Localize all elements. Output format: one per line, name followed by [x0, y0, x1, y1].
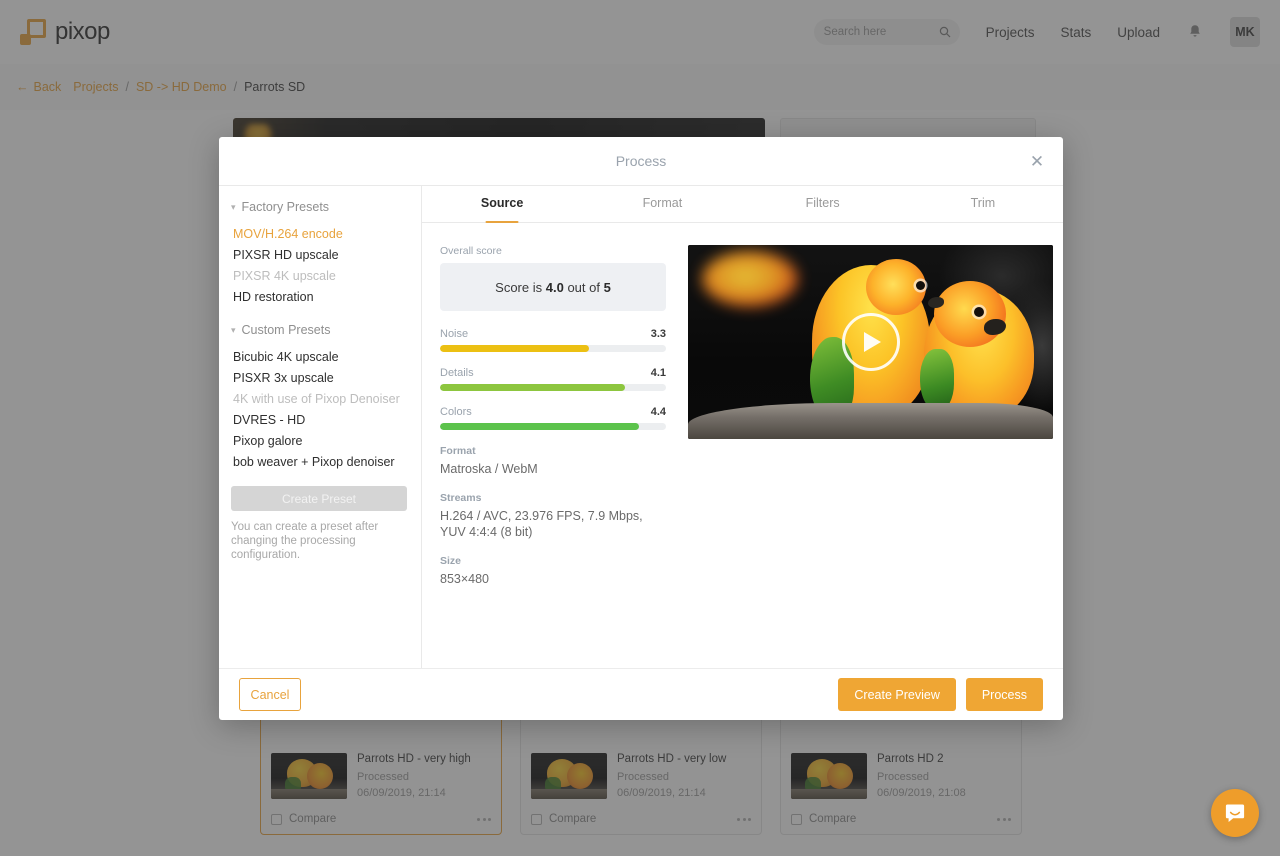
streams-value: H.264 / AVC, 23.976 FPS, 7.9 Mbps, YUV 4… [440, 508, 666, 540]
factory-presets-label: Factory Presets [242, 200, 330, 214]
preset-sidebar: ▾ Factory Presets MOV/H.264 encode PIXSR… [219, 185, 422, 668]
size-label: Size [440, 555, 666, 567]
metric-details-label: Details [440, 367, 474, 379]
preset-item-pisxr-3x-upscale[interactable]: PISXR 3x upscale [231, 368, 405, 389]
chat-bubble-icon[interactable] [1211, 789, 1259, 837]
metric-noise-label: Noise [440, 328, 468, 340]
chevron-down-icon: ▾ [231, 325, 236, 336]
video-preview-column [688, 245, 1053, 668]
create-preview-button[interactable]: Create Preview [838, 678, 955, 711]
metric-noise-value: 3.3 [651, 328, 666, 340]
cancel-button[interactable]: Cancel [239, 678, 301, 711]
streams-info: Streams H.264 / AVC, 23.976 FPS, 7.9 Mbp… [440, 492, 666, 540]
metric-colors-label: Colors [440, 406, 472, 418]
overall-score-label: Overall score [440, 245, 666, 257]
chevron-down-icon: ▾ [231, 202, 236, 213]
metric-noise: Noise 3.3 [440, 328, 666, 352]
score-value: 4.0 [546, 280, 564, 295]
create-preset-button: Create Preset [231, 486, 407, 511]
screen: pixop Search here Projects Stats Upload [0, 0, 1280, 856]
format-info: Format Matroska / WebM [440, 445, 666, 477]
metric-colors-bar [440, 423, 666, 430]
preset-item-pixsr-hd-upscale[interactable]: PIXSR HD upscale [231, 245, 405, 266]
metric-details-bar [440, 384, 666, 391]
process-button[interactable]: Process [966, 678, 1043, 711]
metric-colors: Colors 4.4 [440, 406, 666, 430]
preset-item-mov-h264-encode[interactable]: MOV/H.264 encode [231, 224, 405, 245]
preset-item-4k-pixop-denoiser: 4K with use of Pixop Denoiser [231, 389, 405, 410]
tab-source[interactable]: Source [422, 196, 582, 222]
metric-colors-value: 4.4 [651, 406, 666, 418]
modal-body: ▾ Factory Presets MOV/H.264 encode PIXSR… [219, 185, 1063, 668]
process-modal: Process ✕ ▾ Factory Presets MOV/H.264 en… [219, 137, 1063, 720]
preset-item-dvres-hd[interactable]: DVRES - HD [231, 410, 405, 431]
tab-format[interactable]: Format [582, 196, 742, 222]
close-icon[interactable]: ✕ [1027, 151, 1047, 171]
streams-label: Streams [440, 492, 666, 504]
modal-header: Process ✕ [219, 137, 1063, 185]
score-prefix: Score is [495, 280, 542, 295]
source-tab-content: Overall score Score is 4.0 out of 5 Nois… [422, 223, 1063, 668]
preset-item-pixop-galore[interactable]: Pixop galore [231, 431, 405, 452]
factory-presets-group-header[interactable]: ▾ Factory Presets [231, 200, 405, 214]
metric-details: Details 4.1 [440, 367, 666, 391]
overall-score-box: Score is 4.0 out of 5 [440, 263, 666, 311]
size-info: Size 853×480 [440, 555, 666, 587]
tab-filters[interactable]: Filters [743, 196, 903, 222]
custom-presets-label: Custom Presets [242, 323, 331, 337]
create-preset-hint: You can create a preset after changing t… [231, 520, 391, 562]
tab-trim[interactable]: Trim [903, 196, 1063, 222]
format-label: Format [440, 445, 666, 457]
size-value: 853×480 [440, 571, 666, 587]
video-preview[interactable] [688, 245, 1053, 439]
score-max: 5 [604, 280, 611, 295]
custom-presets-group-header[interactable]: ▾ Custom Presets [231, 323, 405, 337]
format-value: Matroska / WebM [440, 461, 666, 477]
modal-tabs: Source Format Filters Trim [422, 185, 1063, 223]
metric-details-value: 4.1 [651, 367, 666, 379]
preset-item-bob-weaver-pixop-denoiser[interactable]: bob weaver + Pixop denoiser [231, 452, 405, 473]
modal-title: Process [616, 153, 667, 169]
preset-item-pixsr-4k-upscale: PIXSR 4K upscale [231, 266, 405, 287]
metric-noise-bar [440, 345, 666, 352]
source-metrics-column: Overall score Score is 4.0 out of 5 Nois… [440, 245, 666, 668]
play-icon[interactable] [842, 313, 900, 371]
modal-main-pane: Source Format Filters Trim Overall score… [422, 185, 1063, 668]
preset-item-bicubic-4k-upscale[interactable]: Bicubic 4K upscale [231, 347, 405, 368]
modal-footer: Cancel Create Preview Process [219, 668, 1063, 720]
preset-item-hd-restoration[interactable]: HD restoration [231, 287, 405, 308]
score-middle: out of [567, 280, 600, 295]
